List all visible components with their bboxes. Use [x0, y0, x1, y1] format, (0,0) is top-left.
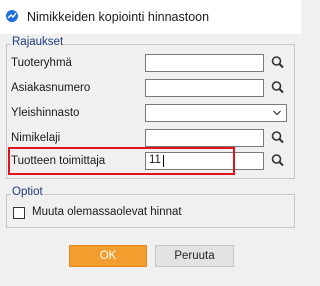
title-bar: Nimikkeiden kopiointi hinnastoon: [0, 0, 301, 34]
ok-button[interactable]: OK: [69, 245, 147, 267]
customer-number-label: Asiakasnumero: [11, 82, 91, 94]
highlight-box: [8, 147, 235, 175]
filters-legend: Rajaukset: [11, 36, 65, 48]
modify-existing-prices-checkbox[interactable]: [13, 207, 25, 219]
chart-line-icon: [6, 10, 18, 22]
customer-number-input[interactable]: [145, 79, 264, 97]
general-price-list-select[interactable]: [145, 104, 287, 122]
options-legend: Optiot: [11, 186, 44, 198]
dialog-window: Nimikkeiden kopiointi hinnastoon Rajauks…: [0, 0, 301, 286]
search-icon[interactable]: [267, 78, 289, 97]
window-title: Nimikkeiden kopiointi hinnastoon: [27, 10, 210, 24]
chevron-down-icon: [273, 110, 281, 116]
cancel-button[interactable]: Peruuta: [155, 245, 234, 267]
product-group-input[interactable]: [145, 54, 264, 72]
item-type-label: Nimikelaji: [11, 132, 61, 144]
search-icon[interactable]: [267, 53, 289, 72]
modify-existing-prices-label[interactable]: Muuta olemassaolevat hinnat: [32, 206, 182, 218]
search-icon[interactable]: [267, 128, 289, 147]
general-price-list-label: Yleishinnasto: [11, 107, 80, 119]
search-icon[interactable]: [267, 151, 289, 170]
item-type-input[interactable]: [145, 129, 264, 147]
product-group-label: Tuoteryhmä: [11, 57, 72, 69]
